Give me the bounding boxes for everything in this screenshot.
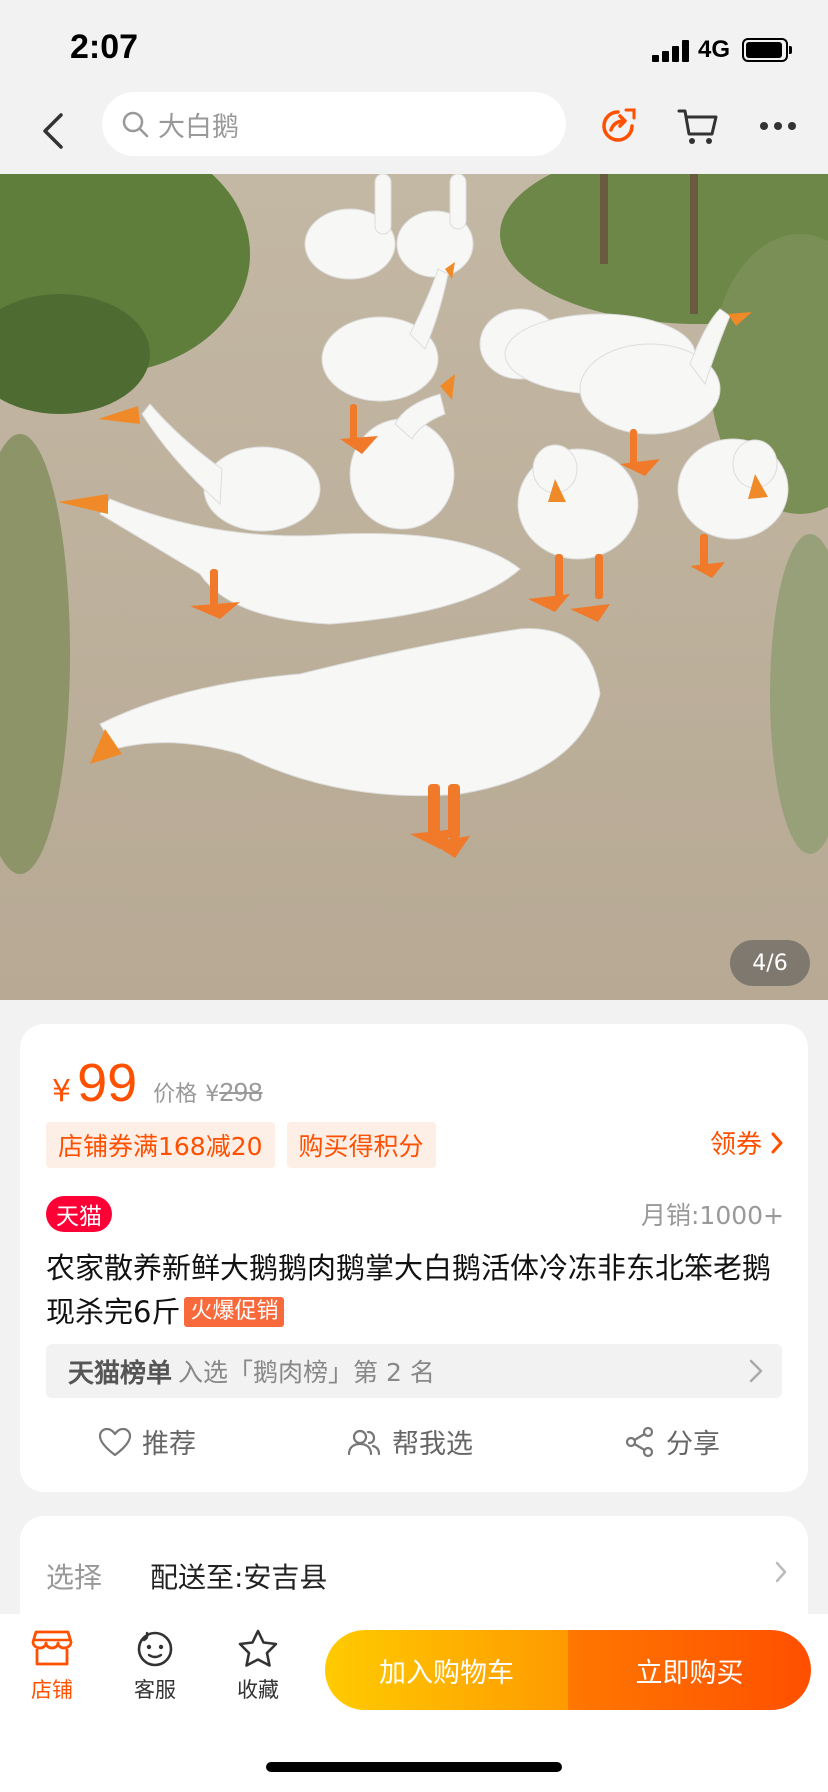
star-icon [238, 1629, 278, 1667]
delivery-location: 配送至:安吉县 [150, 1561, 328, 1594]
customer-service-button[interactable]: 客服 [115, 1628, 195, 1704]
original-price: 298 [219, 1077, 263, 1107]
monthly-sales: 月销:1000+ [641, 1201, 784, 1230]
search-bar[interactable]: 大白鹅 [102, 92, 566, 156]
get-coupon-label: 领券 [709, 1130, 762, 1160]
share-button[interactable] [594, 102, 642, 150]
people-icon [347, 1429, 381, 1455]
cart-icon [677, 109, 718, 144]
bottom-action-bar: 店铺 客服 收藏 加入购物车 立即购买 [0, 1614, 828, 1792]
help-choose-label: 帮我选 [392, 1429, 473, 1460]
signal-icon [652, 40, 692, 62]
chevron-right-icon [775, 1561, 787, 1583]
add-to-cart-button[interactable]: 加入购物车 [325, 1630, 568, 1710]
cart-button[interactable] [674, 102, 722, 150]
chevron-left-icon [43, 113, 63, 149]
share-product-button[interactable]: 分享 [624, 1422, 720, 1461]
chevron-right-icon [749, 1359, 763, 1383]
heart-icon [98, 1427, 132, 1456]
share-nodes-icon [625, 1426, 654, 1457]
original-price-currency: ¥ [205, 1082, 220, 1107]
original-price-label: 价格 [153, 1082, 198, 1107]
product-image-carousel[interactable]: 4/6 [0, 174, 828, 1000]
help-choose-button[interactable]: 帮我选 [346, 1422, 473, 1461]
store-button[interactable]: 店铺 [12, 1628, 92, 1704]
service-label: 客服 [134, 1678, 176, 1702]
share-label: 分享 [666, 1429, 720, 1460]
recommend-label: 推荐 [142, 1429, 196, 1460]
share-arrow-icon [602, 108, 636, 142]
select-label: 选择 [46, 1561, 103, 1594]
recommend-button[interactable]: 推荐 [98, 1422, 196, 1461]
home-indicator [266, 1762, 562, 1772]
promo-tags: 店铺券满168减20 购买得积分 [46, 1122, 448, 1168]
network-type: 4G [698, 36, 731, 63]
top-nav: 大白鹅 [0, 92, 828, 174]
more-dots-icon [760, 122, 796, 130]
current-price: 99 [77, 1053, 138, 1113]
product-info-card: ¥ 99 价格 ¥ 298 店铺券满168减20 购买得积分 领券 天猫 月销:… [20, 1024, 808, 1492]
favorite-button[interactable]: 收藏 [218, 1628, 298, 1704]
goose-photo [0, 174, 828, 1000]
status-bar: 2:07 4G [0, 0, 828, 92]
product-title-text: 农家散养新鲜大鹅鹅肉鹅掌大白鹅活体冷冻非东北笨老鹅现杀完6斤 [46, 1251, 772, 1329]
store-label: 店铺 [31, 1678, 73, 1702]
search-query: 大白鹅 [158, 111, 239, 143]
store-icon [31, 1630, 73, 1666]
tmall-badge: 天猫 [46, 1196, 112, 1232]
purchase-buttons: 加入购物车 立即购买 [325, 1630, 811, 1710]
action-row: 推荐 帮我选 分享 [20, 1422, 808, 1472]
chevron-right-icon [771, 1132, 783, 1153]
points-tag: 购买得积分 [286, 1122, 436, 1168]
tmall-ranking-bar[interactable]: 天猫榜单 入选「鹅肉榜」第 2 名 [46, 1344, 782, 1398]
ranking-name: 天猫榜单 [68, 1358, 173, 1389]
store-coupon-tag: 店铺券满168减20 [46, 1122, 275, 1168]
product-title: 农家散养新鲜大鹅鹅肉鹅掌大白鹅活体冷冻非东北笨老鹅现杀完6斤 火爆促销 [46, 1246, 786, 1334]
battery-icon [742, 38, 792, 62]
buy-now-button[interactable]: 立即购买 [568, 1630, 811, 1710]
search-icon [122, 111, 149, 138]
more-button[interactable] [754, 102, 802, 150]
back-button[interactable] [30, 106, 76, 156]
price-currency: ¥ [52, 1074, 72, 1109]
ranking-description: 入选「鹅肉榜」第 2 名 [178, 1358, 435, 1387]
favorite-label: 收藏 [237, 1678, 279, 1702]
get-coupon-button[interactable]: 领券 [710, 1124, 784, 1161]
price-row: ¥ 99 价格 ¥ 298 [52, 1052, 263, 1114]
service-face-icon [137, 1631, 173, 1667]
status-time: 2:07 [70, 28, 139, 66]
hot-promo-tag: 火爆促销 [184, 1297, 285, 1327]
image-counter: 4/6 [730, 940, 810, 986]
